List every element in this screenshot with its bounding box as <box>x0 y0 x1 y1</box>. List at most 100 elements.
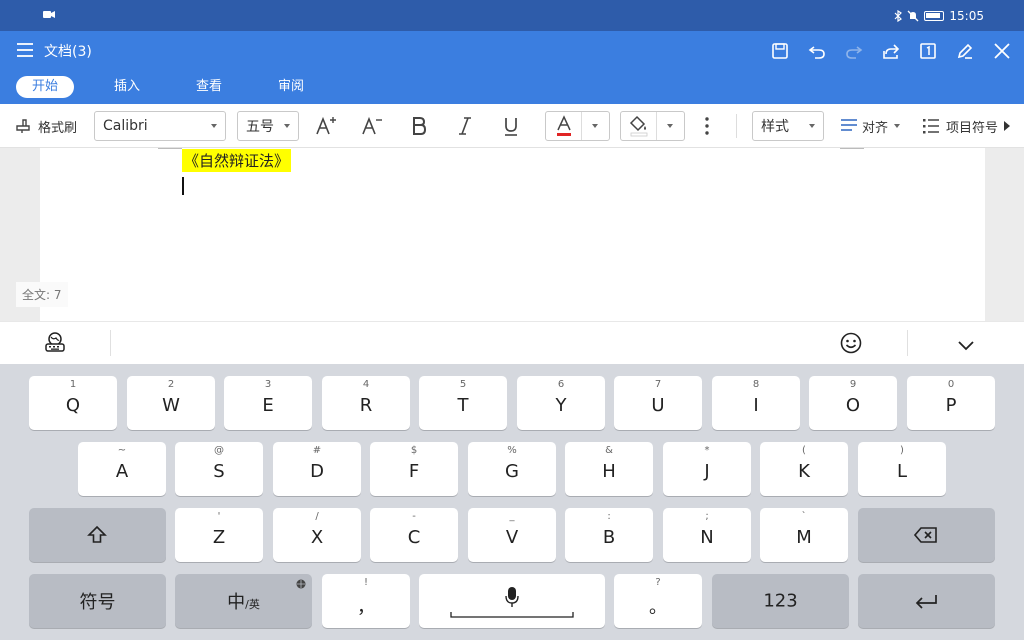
decrease-font-button[interactable] <box>360 111 386 141</box>
tab-home[interactable]: 开始 <box>16 76 75 98</box>
key-n[interactable]: ; N <box>663 508 751 562</box>
highlight-color-picker[interactable] <box>620 111 685 141</box>
paint-bucket-icon <box>629 115 647 137</box>
key-a[interactable]: ~ A <box>78 442 166 496</box>
font-size-select[interactable]: 五号 <box>237 111 299 141</box>
key-d[interactable]: # D <box>273 442 361 496</box>
key-z[interactable]: ' Z <box>175 508 263 562</box>
key-label: F <box>408 461 420 482</box>
underline-icon <box>505 118 517 136</box>
key-t[interactable]: 5T <box>419 376 507 430</box>
redo-button[interactable] <box>840 37 868 65</box>
key-alt-label: ? <box>655 577 661 588</box>
key-s[interactable]: @ S <box>175 442 263 496</box>
page-view-button[interactable] <box>914 37 942 65</box>
app-bar: 文档(3) 开始 插入 查看 审阅 <box>0 31 1024 104</box>
bold-button[interactable] <box>406 111 432 141</box>
space-key[interactable] <box>419 574 605 628</box>
save-icon <box>772 43 788 59</box>
shift-icon <box>87 525 107 543</box>
backspace-key[interactable] <box>858 508 995 562</box>
key-r[interactable]: 4R <box>322 376 410 430</box>
key-y[interactable]: 6Y <box>517 376 605 430</box>
save-button[interactable] <box>766 37 794 65</box>
key-u[interactable]: 7U <box>614 376 702 430</box>
italic-icon <box>459 117 471 135</box>
key-label: R <box>359 395 373 416</box>
font-color-button[interactable] <box>546 112 582 140</box>
keyboard-toolbar <box>0 321 1024 364</box>
key-i[interactable]: 8I <box>712 376 800 430</box>
key-label: N <box>700 527 714 548</box>
key-f[interactable]: $ F <box>370 442 458 496</box>
undo-button[interactable] <box>803 37 831 65</box>
share-button[interactable] <box>877 37 905 65</box>
key-e[interactable]: 3E <box>224 376 312 430</box>
key-v[interactable]: _ V <box>468 508 556 562</box>
redo-icon <box>846 46 863 59</box>
increase-font-button[interactable] <box>314 111 340 141</box>
chevron-down-icon[interactable] <box>592 124 598 128</box>
symbols-key[interactable]: 符号 <box>29 574 166 628</box>
comma-key[interactable]: !， <box>322 574 410 628</box>
key-l[interactable]: ) L <box>858 442 946 496</box>
key-g[interactable]: % G <box>468 442 556 496</box>
font-name-select[interactable]: Calibri <box>94 111 226 141</box>
key-x[interactable]: / X <box>273 508 361 562</box>
key-label: B <box>602 527 616 548</box>
period-key[interactable]: ?。 <box>614 574 702 628</box>
tab-review[interactable]: 审阅 <box>262 76 320 98</box>
highlight-button[interactable] <box>621 112 657 140</box>
key-alt-label: ' <box>217 511 221 522</box>
bullets-button[interactable]: 项目符号 <box>922 111 1002 141</box>
toolbar-scroll-right[interactable] <box>1004 111 1010 141</box>
margin-marker <box>840 148 864 149</box>
key-o[interactable]: 9O <box>809 376 897 430</box>
key-k[interactable]: (K <box>760 442 848 496</box>
key-alt-label: % <box>507 445 517 456</box>
document-page[interactable]: 《自然辩证法》 <box>40 148 985 321</box>
font-name-value: Calibri <box>103 118 148 134</box>
text-cursor <box>182 177 184 195</box>
language-switch-key[interactable]: 中/英 <box>175 574 312 628</box>
format-painter-button[interactable]: 格式刷 <box>14 111 77 141</box>
key-m[interactable]: ` M <box>760 508 848 562</box>
key-b[interactable]: :B <box>565 508 653 562</box>
chevron-down-icon[interactable] <box>667 124 673 128</box>
key-w[interactable]: 2W <box>127 376 215 430</box>
word-count: 全文: 7 <box>16 282 68 307</box>
key-alt-label: ` <box>801 511 807 522</box>
bullets-label: 项目符号 <box>946 120 999 136</box>
key-label: W <box>162 395 180 416</box>
key-alt-label: ; <box>705 511 709 522</box>
key-h[interactable]: & H <box>565 442 653 496</box>
enter-key[interactable] <box>858 574 995 628</box>
numbers-key[interactable]: 123 <box>712 574 849 628</box>
align-button[interactable]: 对齐 <box>840 111 901 141</box>
close-button[interactable] <box>988 37 1016 65</box>
key-alt-label: / <box>315 511 319 522</box>
format-painter-label: 格式刷 <box>38 120 78 136</box>
italic-button[interactable] <box>452 111 478 141</box>
font-color-picker[interactable] <box>545 111 610 141</box>
close-icon <box>994 43 1010 59</box>
key-q[interactable]: 1Q <box>29 376 117 430</box>
emoji-button[interactable] <box>840 332 862 358</box>
key-alt-label: 5 <box>459 379 467 390</box>
tab-insert[interactable]: 插入 <box>98 76 156 98</box>
more-options-button[interactable] <box>700 111 714 141</box>
menu-icon[interactable] <box>15 40 35 60</box>
shift-key[interactable] <box>29 508 166 562</box>
style-select[interactable]: 样式 <box>752 111 824 141</box>
keyboard-settings-button[interactable] <box>44 331 66 357</box>
edit-button[interactable] <box>951 37 979 65</box>
space-bar-icon <box>450 612 574 618</box>
highlighted-text[interactable]: 《自然辩证法》 <box>182 149 292 172</box>
margin-marker <box>158 148 182 149</box>
key-p[interactable]: 0P <box>907 376 995 430</box>
tab-view[interactable]: 查看 <box>180 76 238 98</box>
hide-keyboard-button[interactable] <box>957 336 975 355</box>
key-j[interactable]: * J <box>663 442 751 496</box>
underline-button[interactable] <box>498 111 524 141</box>
key-c[interactable]: -C <box>370 508 458 562</box>
